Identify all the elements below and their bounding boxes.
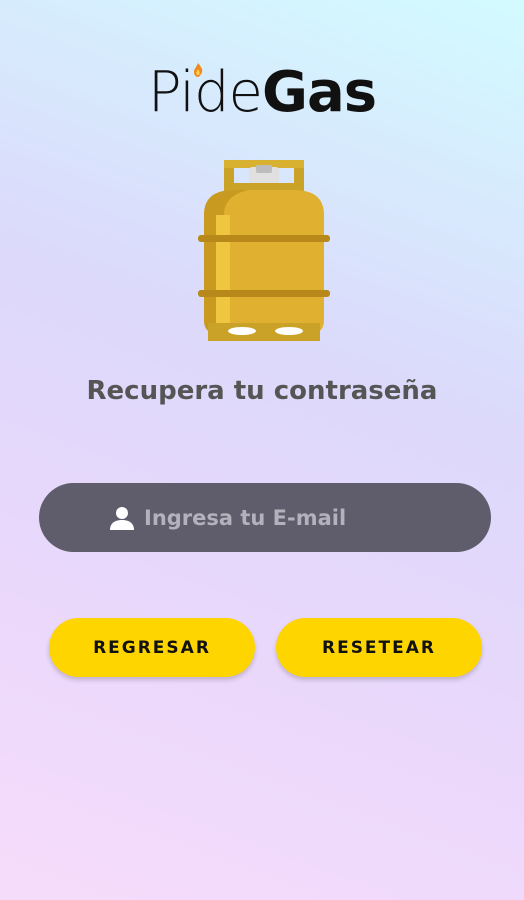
- logo-text-gas: Gas: [262, 60, 377, 125]
- gas-cylinder-icon: [198, 160, 330, 341]
- user-icon: [110, 507, 134, 530]
- app-logo: Pide Gas: [0, 60, 524, 125]
- page-title: Recupera tu contraseña: [86, 376, 438, 406]
- reset-button[interactable]: RESETEAR: [276, 618, 482, 677]
- flame-icon: [194, 63, 203, 77]
- logo-text-pide: Pide: [147, 60, 263, 125]
- back-button[interactable]: REGRESAR: [49, 618, 255, 677]
- email-input[interactable]: [144, 483, 474, 552]
- email-field-container[interactable]: [39, 483, 491, 552]
